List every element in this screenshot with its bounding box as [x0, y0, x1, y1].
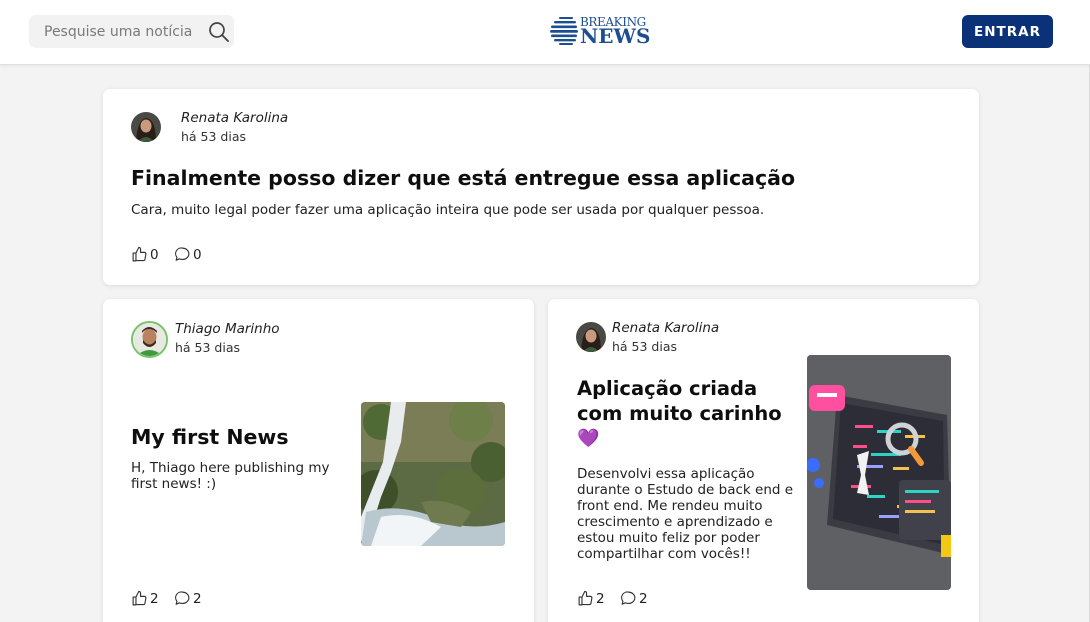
- like-button[interactable]: 2: [131, 590, 159, 607]
- comment-icon: [175, 591, 190, 605]
- news-title-line: com muito carinho: [577, 402, 782, 425]
- news-card[interactable]: Thiago Marinho há 53 dias My first News …: [103, 299, 534, 622]
- thumbs-up-icon: [578, 590, 593, 606]
- breaking-news-logo[interactable]: BREAKING NEWS: [548, 14, 650, 48]
- search-bar: [29, 15, 234, 48]
- navbar: BREAKING NEWS ENTRAR: [0, 0, 1090, 65]
- like-count: 0: [150, 246, 159, 263]
- search-icon[interactable]: [208, 21, 230, 43]
- globe-icon: [550, 17, 578, 45]
- comment-button[interactable]: 2: [174, 590, 202, 607]
- news-text: Cara, muito legal poder fazer uma aplica…: [131, 202, 765, 218]
- comment-count: 2: [639, 590, 648, 607]
- news-text: Desenvolvi essa aplicação durante o Estu…: [577, 466, 794, 562]
- news-image[interactable]: [807, 355, 951, 590]
- news-title-line: Aplicação criada: [577, 377, 758, 400]
- post-time: há 53 dias: [181, 129, 247, 144]
- comment-icon: [175, 247, 190, 261]
- news-text: H, Thiago here publishing my first news!…: [131, 460, 330, 492]
- post-time: há 53 dias: [612, 339, 678, 354]
- thumbs-up-icon: [132, 246, 147, 262]
- avatar: [131, 112, 161, 142]
- like-count: 2: [596, 590, 605, 607]
- comment-button[interactable]: 2: [620, 590, 648, 607]
- avatar: [576, 322, 606, 352]
- news-card[interactable]: Renata Karolina há 53 dias Finalmente po…: [103, 89, 979, 285]
- like-button[interactable]: 2: [577, 590, 605, 607]
- comment-button[interactable]: 0: [174, 246, 202, 263]
- comment-count: 0: [193, 246, 202, 263]
- logo-text-news: NEWS: [580, 24, 651, 48]
- news-title[interactable]: My first News: [131, 425, 289, 449]
- login-button[interactable]: ENTRAR: [962, 15, 1053, 48]
- post-time: há 53 dias: [175, 340, 241, 355]
- search-input[interactable]: [29, 15, 204, 48]
- purple-heart-icon: 💜: [577, 428, 600, 449]
- author-name: Thiago Marinho: [175, 321, 280, 337]
- avatar: [131, 321, 168, 358]
- like-count: 2: [150, 590, 159, 607]
- news-image[interactable]: [361, 402, 505, 546]
- thumbs-up-icon: [132, 590, 147, 606]
- like-button[interactable]: 0: [131, 246, 159, 263]
- news-title[interactable]: Aplicação criada com muito carinho 💜: [577, 376, 799, 451]
- comment-icon: [621, 591, 636, 605]
- news-title[interactable]: Finalmente posso dizer que está entregue…: [131, 166, 795, 190]
- author-name: Renata Karolina: [181, 110, 289, 126]
- news-card[interactable]: Renata Karolina há 53 dias Aplicação cri…: [548, 299, 979, 622]
- author-name: Renata Karolina: [612, 320, 720, 336]
- comment-count: 2: [193, 590, 202, 607]
